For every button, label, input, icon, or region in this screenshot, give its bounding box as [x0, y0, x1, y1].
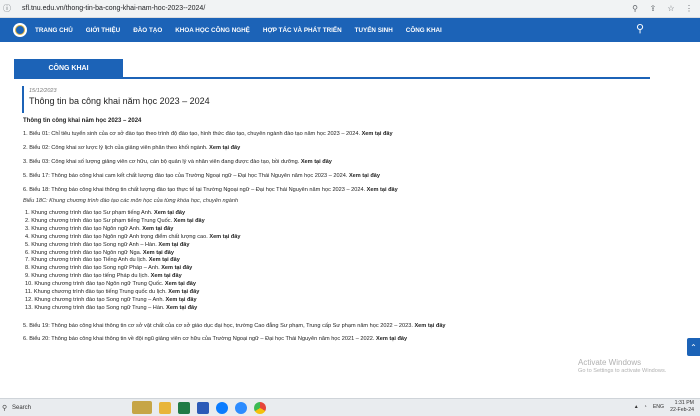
nav-trang-chu[interactable]: TRANG CHỦ	[35, 27, 73, 34]
site-info-icon[interactable]: ⓘ	[0, 2, 14, 16]
article-date: 15/12/2023	[29, 88, 57, 94]
section-tab-cong-khai[interactable]: CÔNG KHAI	[14, 59, 123, 77]
xem-tai-day-link[interactable]: Xem tại đây	[161, 265, 192, 271]
program-item: 10. Khung chương trình đào tạo Ngôn ngữ …	[25, 281, 197, 288]
star-icon[interactable]: ☆	[664, 2, 678, 16]
excel-icon[interactable]	[178, 401, 190, 414]
program-item: 11. Khung chương trình đào tạo tiếng Tru…	[25, 289, 200, 296]
word-icon[interactable]	[197, 401, 209, 414]
program-item: 6. Khung chương trình đào tạo Ngôn ngữ N…	[25, 249, 174, 256]
xem-tai-day-link[interactable]: Xem tại đây	[362, 131, 393, 137]
browser-address-bar[interactable]: ⓘ sfl.tnu.edu.vn/thong-tin-ba-cong-khai-…	[0, 0, 700, 18]
scroll-top-button[interactable]: ⌃	[687, 338, 700, 356]
wifi-icon[interactable]: ◔	[644, 404, 647, 410]
watermark-subtitle: Go to Settings to activate Windows.	[578, 368, 667, 374]
bieu-item: 3. Biểu 03: Công khai số lượng giảng viê…	[23, 159, 332, 165]
article-subheading: Thông tin công khai năm học 2023 – 2024	[23, 118, 142, 124]
zalo-icon[interactable]	[216, 401, 228, 414]
bieu-item: 6. Biểu 18: Thông báo công khai thông ti…	[23, 187, 398, 193]
bieu-item: 5. Biểu 19: Thông báo công khai thông ti…	[23, 322, 446, 329]
xem-tai-day-link[interactable]: Xem tại đây	[143, 250, 174, 256]
nav-tuyen-sinh[interactable]: TUYỂN SINH	[355, 27, 393, 34]
xem-tai-day-link[interactable]: Xem tại đây	[158, 242, 189, 248]
nav-gioi-thieu[interactable]: GIỚI THIỆU	[86, 27, 120, 34]
xem-tai-day-link[interactable]: Xem tại đây	[142, 226, 173, 232]
page-content: CÔNG KHAI 15/12/2023 Thông tin ba công k…	[0, 42, 700, 393]
watermark-title: Activate Windows	[578, 358, 642, 367]
xem-tai-day-link[interactable]: Xem tại đây	[174, 218, 205, 224]
clock-date: 22-Feb-24	[670, 406, 694, 413]
xem-tai-day-link[interactable]: Xem tại đây	[166, 297, 197, 303]
xem-tai-day-link[interactable]: Xem tại đây	[209, 234, 240, 240]
article: 15/12/2023 Thông tin ba công khai năm họ…	[22, 86, 644, 343]
program-item: 12. Khung chương trình đào tạo Song ngữ …	[25, 296, 197, 303]
zoom-icon[interactable]	[235, 401, 247, 414]
windows-taskbar: ⚲ Search ▲ ◔ ENG 1:31 PM 22-Feb-24	[0, 398, 700, 416]
file-explorer-icon[interactable]	[159, 401, 171, 414]
xem-tai-day-link[interactable]: Xem tại đây	[301, 159, 332, 165]
xem-tai-day-link[interactable]: Xem tại đây	[149, 257, 180, 263]
xem-tai-day-link[interactable]: Xem tại đây	[414, 323, 445, 329]
input-language[interactable]: ENG	[653, 404, 664, 410]
chevron-up-icon: ⌃	[690, 342, 697, 352]
section-divider	[14, 77, 650, 79]
xem-tai-day-link[interactable]: Xem tại đây	[367, 187, 398, 193]
xem-tai-day-link[interactable]: Xem tại đây	[151, 273, 182, 279]
xem-tai-day-link[interactable]: Xem tại đây	[168, 289, 199, 295]
program-item: 5. Khung chương trình đào tạo Song ngữ A…	[25, 241, 190, 248]
bieu-item: 1. Biểu 01: Chỉ tiêu tuyển sinh của cơ s…	[23, 131, 393, 137]
article-title: Thông tin ba công khai năm học 2023 – 20…	[29, 96, 210, 106]
taskbar-search[interactable]: ⚲ Search	[2, 401, 72, 414]
xem-tai-day-link[interactable]: Xem tại đây	[209, 145, 240, 151]
system-tray: ▲ ◔ ENG 1:31 PM 22-Feb-24	[634, 400, 694, 413]
bieu-item: 6. Biểu 20: Thông báo công khai thông ti…	[23, 335, 408, 342]
program-item: 4. Khung chương trình đào tạo Ngôn ngữ A…	[25, 233, 241, 240]
bieu-list-bottom: 5. Biểu 19: Thông báo công khai thông ti…	[22, 322, 644, 343]
more-icon[interactable]: ⋮	[682, 2, 696, 16]
share-icon[interactable]: ⇪	[646, 2, 660, 16]
school-logo[interactable]	[13, 23, 27, 37]
xem-tai-day-link[interactable]: Xem tại đây	[165, 281, 196, 287]
taskbar-search-label: Search	[12, 404, 32, 411]
bieu-item: 2. Biểu 02: Công khai sơ lược lý lịch củ…	[23, 145, 241, 151]
xem-tai-day-link[interactable]: Xem tại đây	[376, 336, 407, 342]
xem-tai-day-link[interactable]: Xem tại đây	[349, 173, 380, 179]
nav-search-icon[interactable]: ⚲	[636, 23, 644, 35]
bieu-item: 5. Biểu 17: Thông báo công khai cam kết …	[23, 173, 381, 179]
chrome-icon[interactable]	[254, 401, 266, 414]
program-item: 8. Khung chương trình đào tạo Song ngữ P…	[25, 265, 193, 272]
xem-tai-day-link[interactable]: Xem tại đây	[166, 305, 197, 311]
program-item: 13. Khung chương trình đào tạo Song ngữ …	[25, 304, 198, 311]
bieu-18c-caption: Biểu 18C: Khung chương trình đào tạo các…	[23, 198, 239, 204]
title-accent-bar	[22, 86, 24, 113]
nav-khoa-hoc-cong-nghe[interactable]: KHOA HỌC CÔNG NGHỆ	[175, 27, 250, 34]
chevron-up-icon[interactable]: ▲	[634, 404, 639, 410]
weather-widget-icon[interactable]	[132, 401, 152, 414]
activate-windows-watermark: Activate Windows Go to Settings to activ…	[578, 358, 666, 374]
program-list: 1. Khung chương trình đào tạo Sư phạm ti…	[22, 210, 644, 313]
search-icon[interactable]: ⚲	[628, 2, 642, 16]
search-icon: ⚲	[2, 404, 8, 412]
nav-dao-tao[interactable]: ĐÀO TẠO	[133, 27, 162, 34]
program-item: 2. Khung chương trình đào tạo Sư phạm ti…	[25, 217, 205, 224]
xem-tai-day-link[interactable]: Xem tại đây	[154, 210, 185, 216]
main-nav: TRANG CHỦ GIỚI THIỆU ĐÀO TẠO KHOA HỌC CÔ…	[0, 18, 700, 42]
nav-cong-khai[interactable]: CÔNG KHAI	[406, 27, 442, 34]
bieu-list-top: 1. Biểu 01: Chỉ tiêu tuyển sinh của cơ s…	[22, 130, 644, 194]
nav-hop-tac[interactable]: HỢP TÁC VÀ PHÁT TRIỂN	[263, 27, 342, 34]
url-field[interactable]: sfl.tnu.edu.vn/thong-tin-ba-cong-khai-na…	[22, 5, 628, 12]
program-item: 7. Khung chương trình đào tạo Tiếng Anh …	[25, 257, 180, 264]
program-item: 9. Khung chương trình đào tạo tiếng Pháp…	[25, 273, 182, 280]
clock[interactable]: 1:31 PM 22-Feb-24	[670, 400, 694, 413]
program-item: 1. Khung chương trình đào tạo Sư phạm ti…	[25, 210, 186, 216]
program-item: 3. Khung chương trình đào tạo Ngôn ngữ A…	[25, 225, 174, 232]
